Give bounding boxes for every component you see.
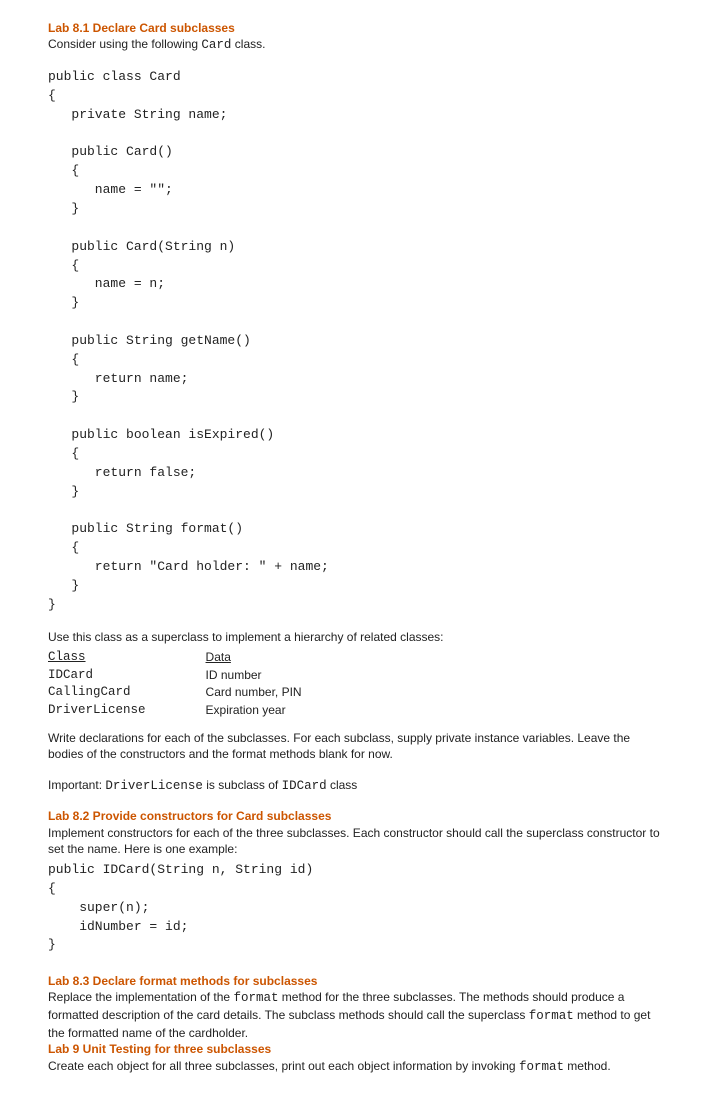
important-note: Important: DriverLicense is subclass of … [48,777,667,795]
table-row: CallingCard Card number, PIN [48,684,362,702]
text: Create each object for all three subclas… [48,1059,519,1073]
use-as-superclass-text: Use this class as a superclass to implem… [48,629,667,645]
text: class [327,778,358,792]
code-inline: Card [201,38,231,52]
spacer [48,619,667,629]
class-hierarchy-table: Class Data IDCard ID number CallingCard … [48,649,362,721]
text: method. [564,1059,611,1073]
code-inline: IDCard [282,779,327,793]
table-row: DriverLicense Expiration year [48,702,362,720]
write-declarations-text: Write declarations for each of the subcl… [48,730,667,762]
text: is subclass of [203,778,282,792]
lab-9-section: Lab 9 Unit Testing for three subclasses … [48,1041,667,1075]
text: class. [231,37,265,51]
code-inline: format [233,991,278,1005]
lab-9-body: Create each object for all three subclas… [48,1058,667,1076]
lab-8-1-intro: Consider using the following Card class. [48,36,667,54]
text: Important: [48,778,105,792]
lab-8-1-section: Lab 8.1 Declare Card subclasses Consider… [48,20,667,54]
text: Consider using the following [48,37,201,51]
spacer [48,959,667,973]
code-inline: format [519,1060,564,1074]
lab-8-1-title: Lab 8.1 Declare Card subclasses [48,20,667,36]
cell-data: Expiration year [206,702,362,720]
card-class-code: public class Card { private String name;… [48,68,667,614]
lab-8-3-title: Lab 8.3 Declare format methods for subcl… [48,973,667,989]
header-data: Data [206,649,362,667]
lab-9-title: Lab 9 Unit Testing for three subclasses [48,1041,667,1057]
lab-8-3-section: Lab 8.3 Declare format methods for subcl… [48,973,667,1041]
cell-data: Card number, PIN [206,684,362,702]
lab-8-2-section: Lab 8.2 Provide constructors for Card su… [48,808,667,955]
code-inline: format [529,1009,574,1023]
cell-class: CallingCard [48,684,206,702]
lab-8-3-body: Replace the implementation of the format… [48,989,667,1041]
cell-data: ID number [206,667,362,685]
idcard-constructor-code: public IDCard(String n, String id) { sup… [48,861,667,955]
cell-class: IDCard [48,667,206,685]
code-inline: DriverLicense [105,779,203,793]
lab-8-2-body: Implement constructors for each of the t… [48,825,667,857]
cell-class: DriverLicense [48,702,206,720]
lab-8-2-title: Lab 8.2 Provide constructors for Card su… [48,808,667,824]
text: Replace the implementation of the [48,990,233,1004]
header-class: Class [48,649,206,667]
table-row: IDCard ID number [48,667,362,685]
table-header-row: Class Data [48,649,362,667]
